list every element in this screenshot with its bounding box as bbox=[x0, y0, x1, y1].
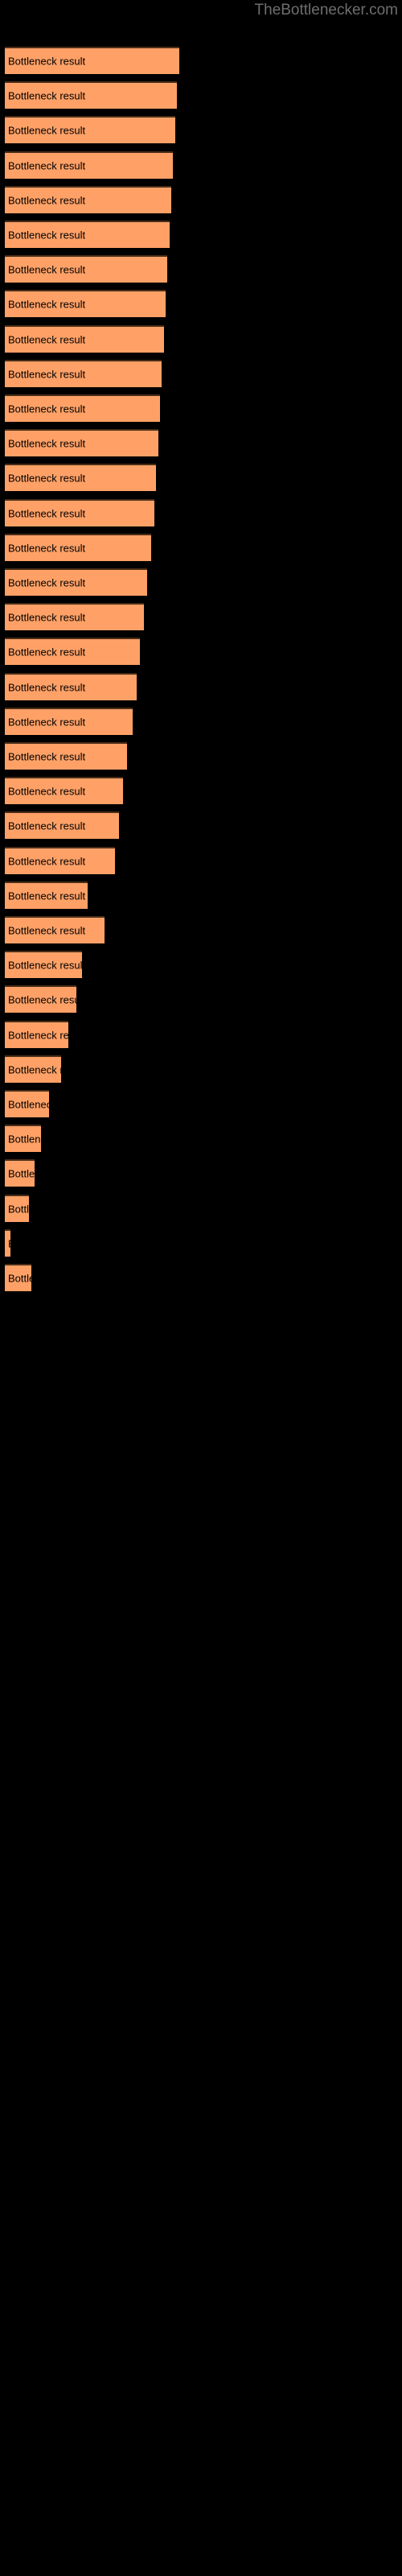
bar-label: Bottleneck result bbox=[8, 333, 86, 346]
bar-label: Bottleneck result bbox=[8, 263, 86, 276]
bar[interactable]: Bottleneck result bbox=[5, 533, 151, 561]
bar-label: Bottleneck result bbox=[8, 959, 82, 972]
bar-label: Bottleneck result bbox=[8, 855, 86, 868]
bar-label: Bottleneck result bbox=[8, 576, 86, 589]
bar[interactable]: Bottleneck result bbox=[5, 1228, 10, 1257]
bar[interactable]: Bottleneck result bbox=[5, 951, 82, 979]
bar[interactable]: Bottleneck result bbox=[5, 359, 162, 387]
bar-label: Bottleneck result bbox=[8, 402, 86, 415]
bar-label: Bottleneck result bbox=[8, 1203, 29, 1216]
bar-label: Bottleneck result bbox=[8, 1272, 31, 1285]
bar-label: Bottleneck result bbox=[8, 55, 86, 68]
bar-label: Bottleneck result bbox=[8, 1098, 49, 1111]
bar[interactable]: Bottleneck result bbox=[5, 324, 164, 353]
bar-label: Bottleneck result bbox=[8, 750, 86, 763]
bar[interactable]: Bottleneck result bbox=[5, 1159, 35, 1187]
bar[interactable]: Bottleneck result bbox=[5, 151, 173, 179]
bar-label: Bottleneck result bbox=[8, 159, 86, 172]
bar[interactable]: Bottleneck result bbox=[5, 1090, 49, 1117]
bar-label: Bottleneck result bbox=[8, 229, 86, 242]
bar[interactable]: Bottleneck result bbox=[5, 777, 123, 805]
bar[interactable]: Bottleneck result bbox=[5, 568, 147, 596]
bar-label: Bottleneck result bbox=[8, 785, 86, 798]
bar-label: Bottleneck result bbox=[8, 993, 76, 1006]
bar-label: Bottleneck result bbox=[8, 819, 86, 832]
bar-label: Bottleneck result bbox=[8, 646, 86, 658]
bar[interactable]: Bottleneck result bbox=[5, 255, 167, 283]
bar[interactable]: Bottleneck result bbox=[5, 47, 179, 74]
bar-label: Bottleneck result bbox=[8, 890, 86, 902]
bar-label: Bottleneck result bbox=[8, 368, 86, 381]
bar-label: Bottleneck result bbox=[8, 924, 86, 937]
bar[interactable]: Bottleneck result bbox=[5, 464, 156, 492]
bar[interactable]: Bottleneck result bbox=[5, 81, 177, 109]
bar[interactable]: Bottleneck result bbox=[5, 498, 154, 526]
bar[interactable]: Bottleneck result bbox=[5, 811, 119, 840]
bar[interactable]: Bottleneck result bbox=[5, 185, 171, 213]
bar-label: Bottleneck result bbox=[8, 124, 86, 137]
bar-label: Bottleneck result bbox=[8, 437, 86, 450]
bar[interactable]: Bottleneck result bbox=[5, 221, 170, 248]
bar-label: Bottleneck result bbox=[8, 89, 86, 102]
bar-label: Bottleneck result bbox=[8, 298, 86, 311]
bottleneck-chart: TheBottlenecker.com Bottleneck result Bot… bbox=[0, 0, 402, 2576]
bar-label: Bottleneck result bbox=[8, 507, 86, 520]
bar-label: Bottleneck result bbox=[8, 1029, 68, 1042]
bar-label: Bottleneck result bbox=[8, 194, 86, 207]
bar[interactable]: Bottleneck result bbox=[5, 116, 175, 144]
bar-label: Bottleneck result bbox=[8, 1237, 10, 1249]
bar-label: Bottleneck result bbox=[8, 611, 86, 624]
bar[interactable]: Bottleneck result bbox=[5, 1194, 29, 1222]
bar[interactable]: Bottleneck result bbox=[5, 290, 166, 318]
bar[interactable]: Bottleneck result bbox=[5, 742, 127, 770]
bar[interactable]: Bottleneck result bbox=[5, 985, 76, 1013]
bar[interactable]: Bottleneck result bbox=[5, 1020, 68, 1048]
bar-label: Bottleneck result bbox=[8, 472, 86, 485]
bar-label: Bottleneck result bbox=[8, 542, 86, 555]
bar[interactable]: Bottleneck result bbox=[5, 916, 105, 943]
bar-label: Bottleneck result bbox=[8, 1133, 41, 1146]
bar-label: Bottleneck result bbox=[8, 681, 86, 694]
bar[interactable]: Bottleneck result bbox=[5, 394, 160, 422]
bar[interactable]: Bottleneck result bbox=[5, 638, 140, 666]
bar[interactable]: Bottleneck result bbox=[5, 1264, 31, 1291]
bar[interactable]: Bottleneck result bbox=[5, 1055, 61, 1083]
bar-series: Bottleneck result Bottleneck result Bottle… bbox=[0, 0, 402, 2576]
bar[interactable]: Bottleneck result bbox=[5, 429, 158, 457]
bar-label: Bottleneck result bbox=[8, 716, 86, 729]
bar[interactable]: Bottleneck result bbox=[5, 672, 137, 700]
bar-label: Bottleneck result bbox=[8, 1167, 35, 1180]
bar[interactable]: Bottleneck result bbox=[5, 881, 88, 909]
bar[interactable]: Bottleneck result bbox=[5, 1125, 41, 1153]
bar[interactable]: Bottleneck result bbox=[5, 707, 133, 735]
bar[interactable]: Bottleneck result bbox=[5, 603, 144, 631]
bar-label: Bottleneck result bbox=[8, 1063, 61, 1076]
bar[interactable]: Bottleneck result bbox=[5, 846, 115, 874]
